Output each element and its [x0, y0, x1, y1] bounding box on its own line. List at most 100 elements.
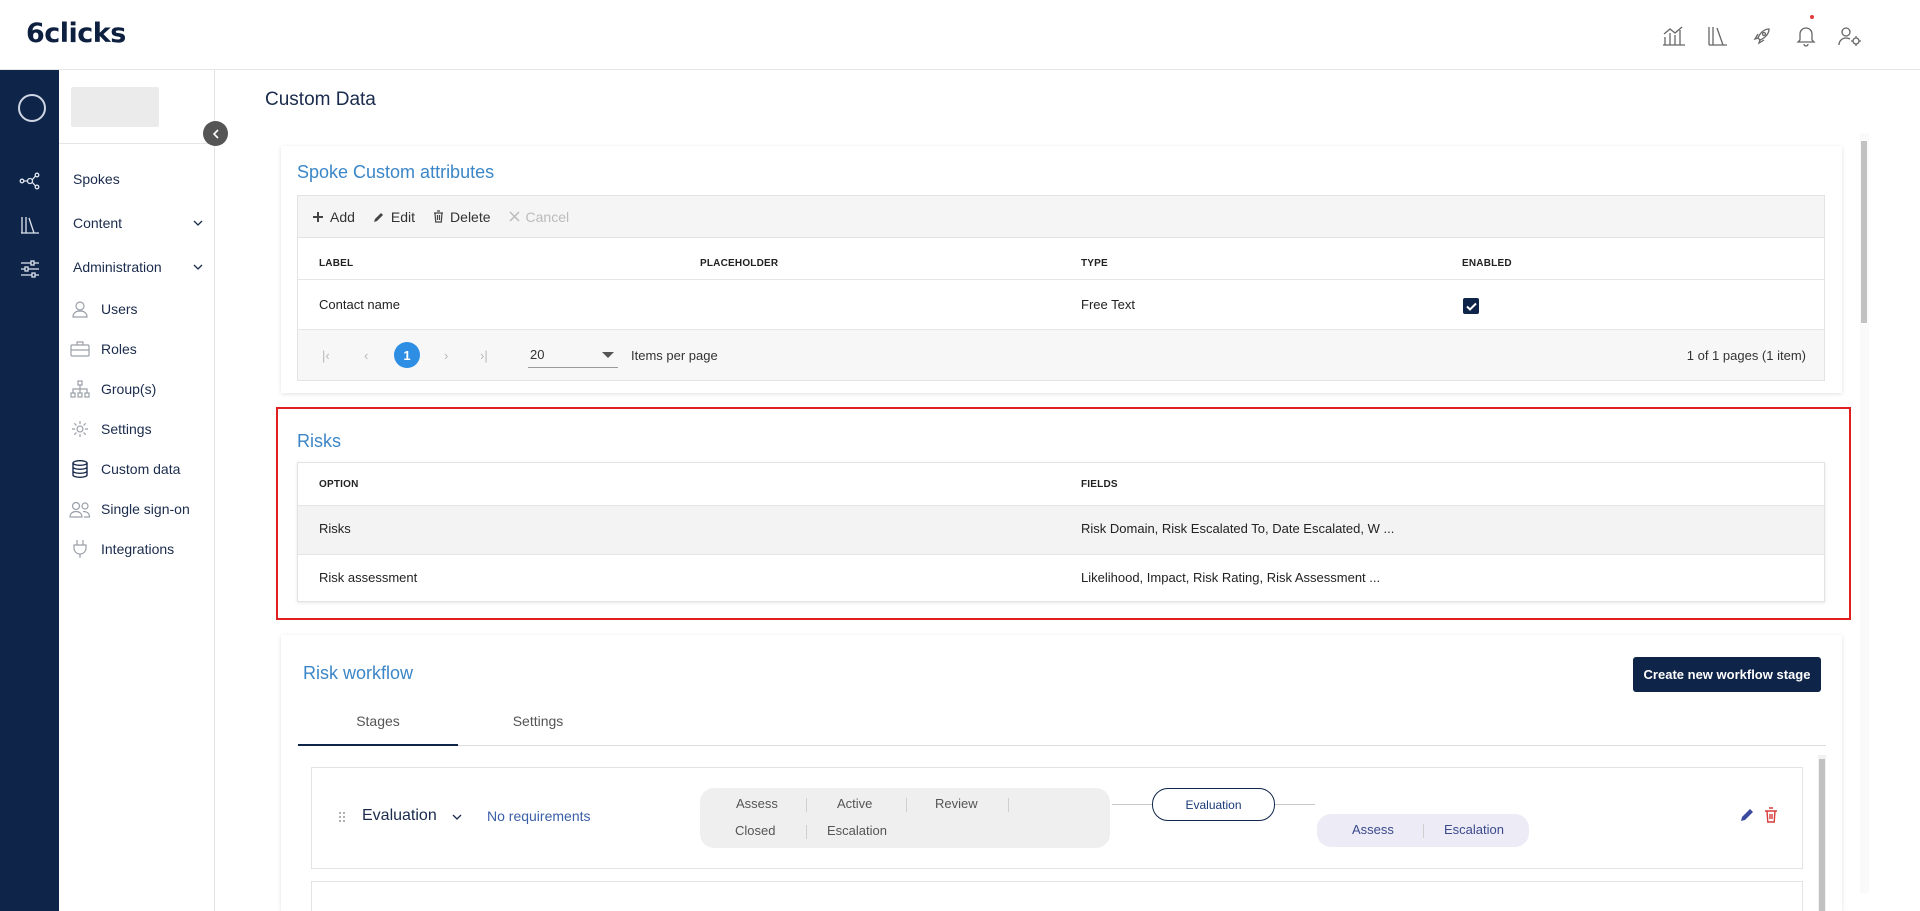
arrow-connector	[1275, 804, 1315, 805]
highlight-box	[276, 407, 1851, 620]
add-button[interactable]: Add	[312, 209, 355, 225]
notification-dot	[1810, 15, 1814, 19]
sidebar-item-label: Roles	[101, 341, 137, 357]
sidebar-item-spokes[interactable]: Spokes	[73, 171, 203, 187]
page-size-label: Items per page	[631, 347, 718, 363]
column-header[interactable]: TYPE	[1081, 258, 1108, 269]
state-label: Assess	[1352, 822, 1394, 837]
add-label: Add	[330, 208, 355, 225]
sidebar-item-users[interactable]: Users	[69, 299, 138, 319]
cell-label: Contact name	[319, 297, 400, 312]
caret-down-icon	[602, 352, 614, 358]
sidebar-item-content[interactable]: Content	[73, 215, 203, 231]
prev-page-button[interactable]: ‹	[364, 348, 368, 363]
stage-requirements[interactable]: No requirements	[487, 808, 591, 824]
briefcase-icon	[69, 339, 91, 359]
stage-card	[311, 881, 1803, 911]
pager-info: 1 of 1 pages (1 item)	[1686, 347, 1806, 363]
stage-name: Evaluation	[362, 807, 437, 824]
tab-stages[interactable]: Stages	[298, 713, 458, 729]
sidebar-item-label: Single sign-on	[101, 501, 190, 517]
library-icon[interactable]	[17, 214, 43, 236]
column-header[interactable]: ENABLED	[1462, 258, 1512, 269]
library-icon[interactable]	[1696, 22, 1740, 50]
current-stage-pill[interactable]: Evaluation	[1152, 788, 1275, 821]
risk-workflow-card: Risk workflow Create new workflow stage …	[281, 635, 1842, 911]
state-label: Escalation	[827, 823, 887, 838]
column-header[interactable]: LABEL	[319, 258, 353, 269]
sidebar-item-integrations[interactable]: Integrations	[69, 539, 174, 559]
column-header[interactable]: PLACEHOLDER	[700, 258, 778, 269]
org-logo-placeholder	[71, 87, 159, 127]
sidebar-item-single-sign-on[interactable]: Single sign-on	[69, 499, 190, 519]
tabs-divider	[298, 745, 1826, 746]
sidebar-item-settings[interactable]: Settings	[69, 419, 152, 439]
spokes-icon[interactable]	[17, 170, 43, 192]
chevron-down-icon[interactable]	[452, 814, 462, 820]
rocket-icon[interactable]	[1740, 22, 1784, 50]
edit-label: Edit	[390, 208, 416, 225]
page-size-value: 20	[530, 347, 545, 362]
divider	[806, 825, 807, 839]
inner-scrollbar-thumb[interactable]	[1819, 759, 1825, 911]
inner-scrollbar[interactable]	[1818, 755, 1826, 911]
plug-icon	[69, 539, 91, 559]
chevron-left-icon	[212, 128, 219, 139]
sidebar-item-label: Group(s)	[101, 381, 157, 397]
state-label: Escalation	[1444, 822, 1504, 837]
edit-button[interactable]: Edit	[373, 209, 415, 225]
active-tab-indicator	[298, 744, 458, 746]
sidebar-item-roles[interactable]: Roles	[69, 339, 137, 359]
page-scrollbar-thumb[interactable]	[1861, 141, 1867, 323]
state-label: Review	[935, 796, 978, 811]
cell-type: Free Text	[1081, 297, 1135, 312]
first-page-button[interactable]: |‹	[322, 348, 330, 363]
sliders-icon[interactable]	[17, 258, 43, 280]
last-page-button[interactable]: ›|	[480, 348, 488, 363]
sidebar-item-administration[interactable]: Administration	[73, 259, 203, 275]
avatar[interactable]	[18, 94, 46, 122]
enabled-checkbox[interactable]	[1463, 298, 1479, 314]
trash-icon[interactable]	[1764, 807, 1778, 823]
collapse-sidebar-button[interactable]	[203, 121, 228, 146]
next-page-button[interactable]: ›	[444, 348, 448, 363]
state-label: Closed	[735, 823, 776, 838]
divider	[1008, 798, 1009, 812]
user-settings-icon[interactable]	[1828, 22, 1872, 50]
plus-icon	[313, 211, 323, 222]
pager: |‹ ‹ 1 › ›| 20 Items per page 1 of 1 pag…	[298, 330, 1824, 380]
sidebar: Spokes Content Administration Users Role…	[59, 70, 215, 911]
page-size-select[interactable]: 20	[528, 342, 618, 368]
create-workflow-stage-button[interactable]: Create new workflow stage	[1633, 657, 1821, 692]
to-states: Assess Escalation	[1317, 814, 1529, 847]
cancel-label: Cancel	[525, 208, 570, 225]
sidebar-item-label: Custom data	[101, 461, 181, 477]
sidebar-item-label: Administration	[73, 259, 162, 275]
edit-icon[interactable]	[1739, 807, 1755, 823]
state-label: Active	[837, 796, 873, 811]
sidebar-item-groups[interactable]: Group(s)	[69, 379, 156, 399]
divider	[806, 798, 807, 812]
divider	[59, 143, 214, 144]
sidebar-item-label: Settings	[101, 421, 152, 437]
page-title: Custom Data	[265, 89, 376, 110]
drag-handle-icon[interactable]	[338, 810, 346, 826]
app-logo[interactable]: 6clicks	[26, 18, 126, 49]
tab-settings[interactable]: Settings	[458, 713, 618, 729]
delete-label: Delete	[450, 208, 491, 225]
arrow-connector	[1112, 804, 1152, 805]
cancel-button[interactable]: Cancel	[508, 208, 570, 225]
card-title: Spoke Custom attributes	[297, 162, 495, 182]
sidebar-item-custom-data[interactable]: Custom data	[69, 459, 180, 479]
current-page-button[interactable]: 1	[394, 342, 420, 368]
stage-card: Evaluation No requirements Assess Active…	[311, 767, 1803, 869]
analytics-icon[interactable]	[1652, 22, 1696, 50]
top-bar: 6clicks	[0, 0, 1920, 70]
close-icon	[508, 211, 520, 222]
gear-icon	[69, 419, 91, 439]
bell-icon[interactable]	[1784, 15, 1828, 50]
delete-button[interactable]: Delete	[433, 208, 491, 225]
sidebar-item-label: Spokes	[73, 171, 120, 187]
chevron-down-icon	[193, 220, 203, 226]
page-scrollbar[interactable]	[1860, 133, 1869, 893]
